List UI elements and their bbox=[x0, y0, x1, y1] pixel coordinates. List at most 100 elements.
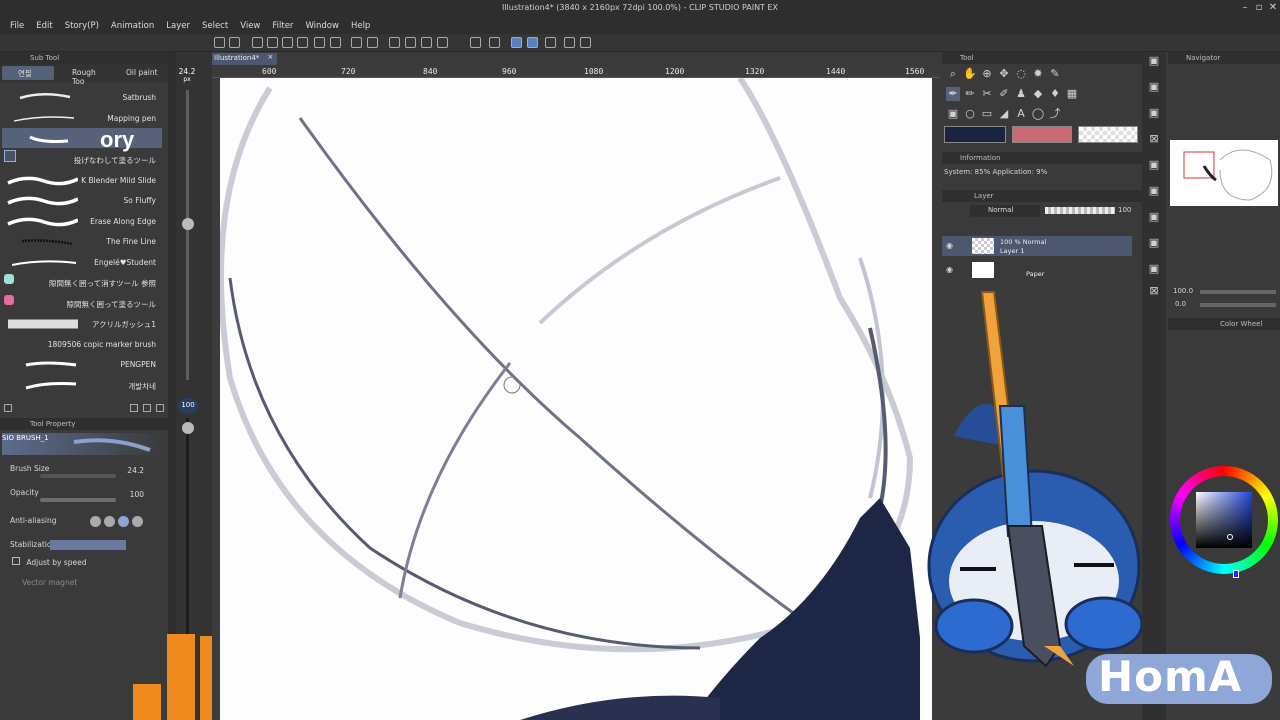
close-button[interactable]: ✕ bbox=[1266, 2, 1280, 14]
main-color-swatch[interactable] bbox=[944, 126, 1006, 143]
visibility-eye-icon[interactable]: ◉ bbox=[946, 241, 953, 250]
eyedropper-icon[interactable]: ✎ bbox=[1048, 67, 1062, 81]
fill-icon[interactable] bbox=[405, 37, 416, 48]
panel-icon[interactable]: ⊠ bbox=[1147, 132, 1161, 146]
brush-item-selected[interactable] bbox=[0, 129, 164, 149]
opacity-handle[interactable] bbox=[182, 422, 194, 434]
deselect-icon[interactable] bbox=[437, 37, 448, 48]
magic-wand-icon[interactable]: ✸ bbox=[1031, 67, 1045, 81]
brush-size-track[interactable] bbox=[186, 90, 189, 380]
eraser-icon[interactable]: ◆ bbox=[1031, 87, 1045, 101]
brush-item[interactable]: The Fine Line bbox=[0, 232, 164, 252]
rotation-slider[interactable] bbox=[1200, 303, 1276, 307]
panel-icon[interactable]: ▣ bbox=[1147, 210, 1161, 224]
antialiasing-options[interactable] bbox=[90, 516, 152, 528]
save-as-icon[interactable] bbox=[297, 37, 308, 48]
panel-icon[interactable]: ▣ bbox=[1147, 158, 1161, 172]
brush-item[interactable]: PENGPEN bbox=[0, 355, 164, 375]
object-icon[interactable]: ⊕ bbox=[980, 67, 994, 81]
sub-color-swatch[interactable] bbox=[1012, 126, 1072, 143]
subtool-settings-icon[interactable] bbox=[4, 404, 12, 412]
canvas-tab[interactable]: Illustration4* × bbox=[212, 53, 278, 65]
decoration-icon[interactable]: ♟ bbox=[1014, 87, 1028, 101]
delete-subtool-icon[interactable] bbox=[156, 404, 164, 412]
panel-icon[interactable]: ▣ bbox=[1147, 80, 1161, 94]
brush-item[interactable]: 隙間無く囲って塗るツール bbox=[0, 294, 164, 314]
open-file-icon[interactable] bbox=[267, 37, 278, 48]
snap-special-ruler-icon[interactable] bbox=[527, 37, 538, 48]
menu-animation[interactable]: Animation bbox=[105, 21, 160, 31]
close-tab-icon[interactable]: × bbox=[267, 53, 273, 61]
hand-icon[interactable]: ✋ bbox=[963, 67, 977, 81]
text-icon[interactable]: A bbox=[1014, 107, 1028, 121]
add-subtool-icon[interactable] bbox=[130, 404, 138, 412]
maximize-button[interactable]: ▫ bbox=[1252, 2, 1266, 14]
pen-icon[interactable]: ✒ bbox=[946, 87, 960, 101]
vector-magnet-row[interactable]: Vector magnet bbox=[22, 578, 170, 596]
zoom-icon[interactable]: ⌕ bbox=[946, 67, 960, 81]
brush-item[interactable]: 개발차네 bbox=[0, 376, 164, 396]
stabilization-bar[interactable] bbox=[50, 540, 126, 550]
move-icon[interactable]: ✥ bbox=[997, 67, 1011, 81]
copy-icon[interactable] bbox=[314, 37, 325, 48]
minimize-button[interactable]: – bbox=[1238, 2, 1252, 14]
clip-studio-icon[interactable] bbox=[229, 37, 240, 48]
hue-handle[interactable] bbox=[1233, 570, 1239, 578]
zoom-slider[interactable] bbox=[1200, 290, 1276, 294]
brush-item[interactable]: 1809506 copic marker brush bbox=[0, 335, 164, 355]
correct-line-icon[interactable]: ⤴ bbox=[1048, 107, 1062, 121]
opacity-row[interactable]: Opacity 100 bbox=[10, 488, 158, 506]
menu-file[interactable]: File bbox=[4, 21, 30, 31]
opacity-bar[interactable] bbox=[40, 498, 116, 502]
transparent-color-swatch[interactable] bbox=[1078, 126, 1138, 143]
settings-icon[interactable] bbox=[564, 37, 575, 48]
saturation-value-square[interactable] bbox=[1196, 492, 1252, 548]
adjust-speed-checkbox[interactable] bbox=[12, 557, 20, 565]
brush-size-bar[interactable] bbox=[40, 474, 116, 478]
panel-icon[interactable]: ▣ bbox=[1147, 54, 1161, 68]
tab-oil-paint[interactable]: Oil paint bbox=[110, 66, 166, 80]
menu-story[interactable]: Story(P) bbox=[59, 21, 105, 31]
brush-size-row[interactable]: Brush Size 24.2 bbox=[10, 464, 158, 482]
figure-icon[interactable]: ○ bbox=[963, 107, 977, 121]
blend-mode-dropdown[interactable]: Normal bbox=[970, 205, 1040, 217]
navigator-rotation-value[interactable]: 0.0 bbox=[1175, 300, 1186, 308]
undo-icon[interactable] bbox=[351, 37, 362, 48]
panel-icon[interactable]: ▣ bbox=[1147, 262, 1161, 276]
brush-item[interactable]: 投げなわして塗るツール bbox=[0, 150, 164, 170]
brush-size-handle[interactable] bbox=[182, 218, 194, 230]
adjust-speed-row[interactable]: Adjust by speed bbox=[4, 557, 152, 575]
grid-icon[interactable] bbox=[470, 37, 481, 48]
lasso-icon[interactable]: ◌ bbox=[1014, 67, 1028, 81]
menu-select[interactable]: Select bbox=[196, 21, 234, 31]
panel-icon[interactable]: ▣ bbox=[1147, 106, 1161, 120]
brush-item[interactable]: Erase Along Edge bbox=[0, 212, 164, 232]
brush-item[interactable]: Mapping pen bbox=[0, 109, 164, 129]
new-file-icon[interactable] bbox=[252, 37, 263, 48]
snap-grid-icon[interactable] bbox=[545, 37, 556, 48]
brush-item[interactable]: Satbrush bbox=[0, 88, 164, 108]
tablet-icon[interactable] bbox=[580, 37, 591, 48]
save-icon[interactable] bbox=[282, 37, 293, 48]
panel-icon[interactable]: ▣ bbox=[1147, 236, 1161, 250]
brush-item[interactable]: Engelé♥Student bbox=[0, 253, 164, 273]
layer-row[interactable]: ◉ Paper bbox=[942, 260, 1132, 280]
navigator-zoom-value[interactable]: 100.0 bbox=[1173, 287, 1193, 295]
layer-row[interactable]: ◉ 100 % Normal Layer 1 bbox=[942, 236, 1132, 256]
snap-ruler-icon[interactable] bbox=[511, 37, 522, 48]
menu-edit[interactable]: Edit bbox=[30, 21, 58, 31]
brush-item[interactable]: So Fluffy bbox=[0, 191, 164, 211]
brush-item[interactable]: アクリルガッシュ1 bbox=[0, 314, 164, 334]
menu-window[interactable]: Window bbox=[299, 21, 345, 31]
brush-item[interactable]: K Blender Mild Slide bbox=[0, 171, 164, 191]
drawing-canvas[interactable] bbox=[220, 78, 932, 720]
ruler-icon[interactable] bbox=[489, 37, 500, 48]
menu-toggle-icon[interactable] bbox=[214, 37, 225, 48]
brush-item[interactable]: 隙間無く囲って消すツール 参照 bbox=[0, 273, 164, 293]
tab-rough-tool[interactable]: Rough Too bbox=[56, 66, 108, 86]
tab-pencil[interactable]: 연필 bbox=[2, 66, 54, 80]
duplicate-subtool-icon[interactable] bbox=[143, 404, 151, 412]
paste-icon[interactable] bbox=[330, 37, 341, 48]
navigator-preview[interactable] bbox=[1170, 140, 1278, 206]
transform-icon[interactable] bbox=[389, 37, 400, 48]
